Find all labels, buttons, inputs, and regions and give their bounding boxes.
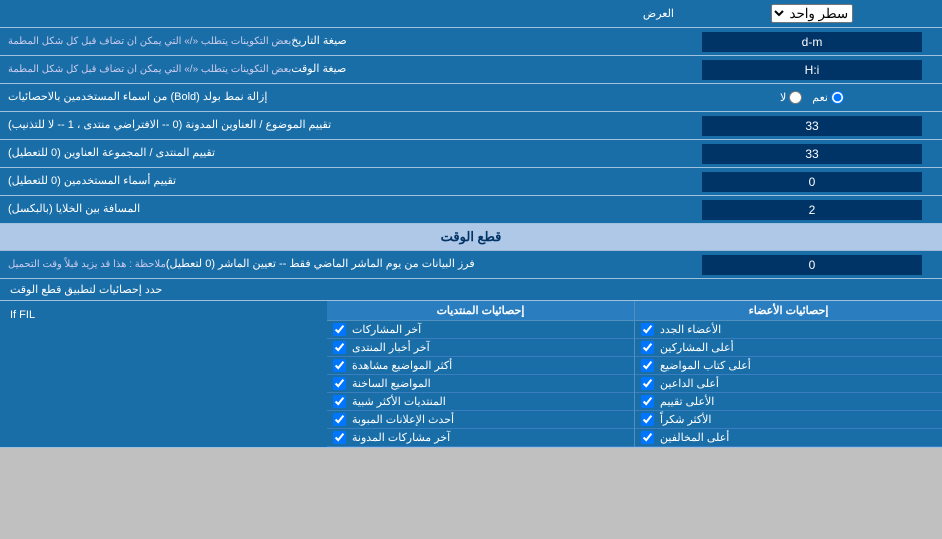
stat-latest-news: آخر أخبار المنتدى — [327, 339, 634, 357]
cutoff-days-label: فرز البيانات من يوم الماشر الماضي فقط --… — [0, 251, 682, 278]
forum-order-row: تقييم المنتدى / المجموعة العناوين (0 للت… — [0, 140, 942, 168]
forum-order-input[interactable] — [702, 144, 922, 164]
bold-no-radio[interactable] — [789, 91, 802, 104]
gap-label: المسافة بين الخلايا (بالبكسل) — [0, 196, 682, 223]
cutoff-section-header: قطع الوقت — [0, 224, 942, 251]
date-format-row: d-m صيغة التاريخ بعض التكوينات يتطلب «/»… — [0, 28, 942, 56]
checkbox-top-posters[interactable] — [641, 341, 654, 354]
bold-remove-label: إزالة نمط بولد (Bold) من اسماء المستخدمي… — [0, 84, 682, 111]
stats-members-header: إحصائيات الأعضاء — [635, 301, 942, 321]
gap-input[interactable] — [702, 200, 922, 220]
time-format-input-cell: H:i — [682, 56, 942, 83]
stat-latest-classifieds: أحدث الإعلانات المبوبة — [327, 411, 634, 429]
checkbox-most-viewed[interactable] — [333, 359, 346, 372]
checkbox-top-inviters[interactable] — [641, 377, 654, 390]
date-format-input[interactable]: d-m — [702, 32, 922, 52]
gap-row: المسافة بين الخلايا (بالبكسل) — [0, 196, 942, 224]
bold-yes-radio[interactable] — [831, 91, 844, 104]
forum-order-input-cell — [682, 140, 942, 167]
date-format-label: صيغة التاريخ بعض التكوينات يتطلب «/» الت… — [0, 28, 682, 55]
stat-similar-forums: المنتديات الأكثر شبية — [327, 393, 634, 411]
stat-latest-posts: آخر المشاركات — [327, 321, 634, 339]
bold-no-label[interactable]: لا — [780, 91, 802, 104]
topics-order-label: تقييم الموضوع / العناوين المدونة (0 -- ا… — [0, 112, 682, 139]
apply-row: حدد إحصائيات لتطبيق قطع الوقت — [0, 279, 942, 301]
time-format-input[interactable]: H:i — [702, 60, 922, 80]
checkbox-hot-topics[interactable] — [333, 377, 346, 390]
checkbox-latest-classifieds[interactable] — [333, 413, 346, 426]
stat-top-inviters: أعلى الداعين — [635, 375, 942, 393]
time-format-label: صيغة الوقت بعض التكوينات يتطلب «/» التي … — [0, 56, 682, 83]
time-format-row: H:i صيغة الوقت بعض التكوينات يتطلب «/» ا… — [0, 56, 942, 84]
users-order-input[interactable] — [702, 172, 922, 192]
checkbox-blog-posts[interactable] — [333, 431, 346, 444]
date-format-input-cell: d-m — [682, 28, 942, 55]
checkbox-top-violators[interactable] — [641, 431, 654, 444]
stat-blog-posts: آخر مشاركات المدونة — [327, 429, 634, 447]
checkbox-top-topic-writers[interactable] — [641, 359, 654, 372]
stats-forums-col: إحصائيات المنتديات آخر المشاركات آخر أخب… — [327, 301, 634, 447]
stats-label-area: If FIL — [0, 301, 327, 447]
topics-order-input[interactable] — [702, 116, 922, 136]
bold-remove-input-cell: نعم لا — [682, 84, 942, 111]
display-mode-input-cell: سطر واحد سطران ثلاثة أسطر — [682, 1, 942, 26]
stats-members-col: إحصائيات الأعضاء الأعضاء الجدد أعلى المش… — [634, 301, 942, 447]
checkbox-top-rated[interactable] — [641, 395, 654, 408]
display-mode-select[interactable]: سطر واحد سطران ثلاثة أسطر — [771, 4, 853, 23]
bold-yes-label[interactable]: نعم — [812, 91, 844, 104]
users-order-input-cell — [682, 168, 942, 195]
users-order-label: تقييم أسماء المستخدمين (0 للتعطيل) — [0, 168, 682, 195]
checkbox-new-members[interactable] — [641, 323, 654, 336]
users-order-row: تقييم أسماء المستخدمين (0 للتعطيل) — [0, 168, 942, 196]
forum-order-label: تقييم المنتدى / المجموعة العناوين (0 للت… — [0, 140, 682, 167]
checkbox-latest-posts[interactable] — [333, 323, 346, 336]
cutoff-days-input[interactable] — [702, 255, 922, 275]
topics-order-row: تقييم الموضوع / العناوين المدونة (0 -- ا… — [0, 112, 942, 140]
stats-container: إحصائيات الأعضاء الأعضاء الجدد أعلى المش… — [0, 301, 942, 448]
stat-top-violators: أعلى المخالفين — [635, 429, 942, 447]
stat-most-thanked: الأكثر شكراً — [635, 411, 942, 429]
checkbox-similar-forums[interactable] — [333, 395, 346, 408]
checkbox-latest-news[interactable] — [333, 341, 346, 354]
stat-hot-topics: المواضيع الساخنة — [327, 375, 634, 393]
stat-new-members: الأعضاء الجدد — [635, 321, 942, 339]
topics-order-input-cell — [682, 112, 942, 139]
main-container: سطر واحد سطران ثلاثة أسطر العرض d-m صيغة… — [0, 0, 942, 448]
gap-input-cell — [682, 196, 942, 223]
display-label: العرض — [0, 3, 682, 24]
display-mode-row: سطر واحد سطران ثلاثة أسطر العرض — [0, 0, 942, 28]
bold-remove-row: نعم لا إزالة نمط بولد (Bold) من اسماء ال… — [0, 84, 942, 112]
checkbox-most-thanked[interactable] — [641, 413, 654, 426]
cutoff-days-input-cell — [682, 251, 942, 278]
stat-most-viewed: أكثر المواضيع مشاهدة — [327, 357, 634, 375]
stats-forums-header: إحصائيات المنتديات — [327, 301, 634, 321]
cutoff-days-row: فرز البيانات من يوم الماشر الماضي فقط --… — [0, 251, 942, 279]
bold-radio-group: نعم لا — [770, 91, 854, 104]
stat-top-rated: الأعلى تقييم — [635, 393, 942, 411]
stat-top-posters: أعلى المشاركين — [635, 339, 942, 357]
stat-top-topic-writers: أعلى كتاب المواضيع — [635, 357, 942, 375]
